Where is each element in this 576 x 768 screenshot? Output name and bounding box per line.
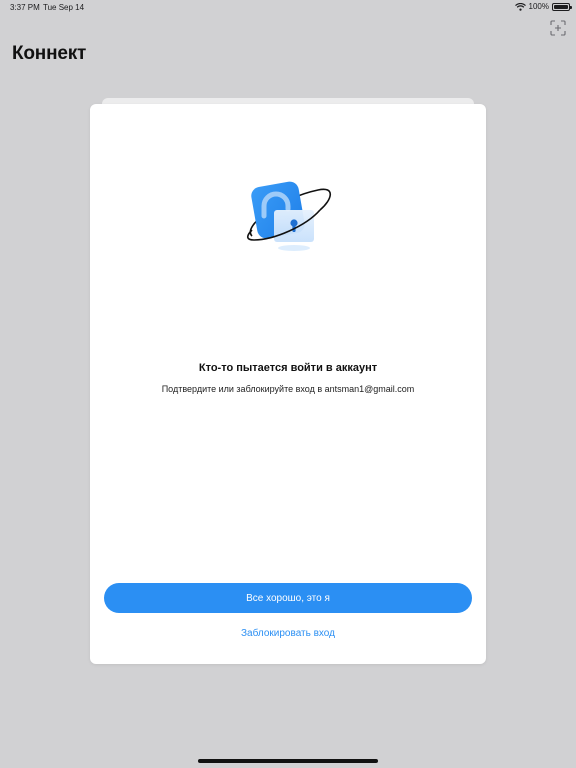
home-indicator[interactable] (198, 759, 378, 763)
status-time: 3:37 PM (10, 3, 40, 12)
page-title: Коннект (12, 43, 87, 64)
modal-subtitle: Подтвердите или заблокируйте вход в ants… (161, 384, 415, 394)
status-date: Tue Sep 14 (43, 3, 85, 12)
status-indicators: 100% (514, 2, 572, 11)
login-alert-modal: Кто-то пытается войти в аккаунт Подтверд… (90, 104, 486, 664)
battery-icon (552, 2, 572, 11)
modal-title: Кто-то пытается войти в аккаунт (198, 362, 378, 374)
status-bar: 3:37 PM Tue Sep 14 100% (0, 0, 576, 14)
battery-fill (554, 4, 568, 9)
unlocked-padlock-icon (240, 176, 340, 266)
block-login-link[interactable]: Заблокировать вход (90, 628, 486, 639)
scan-plus-icon[interactable] (550, 20, 566, 36)
confirm-login-button[interactable]: Все хорошо, это я (104, 583, 472, 613)
wifi-icon (514, 2, 526, 11)
battery-percent: 100% (528, 2, 549, 11)
